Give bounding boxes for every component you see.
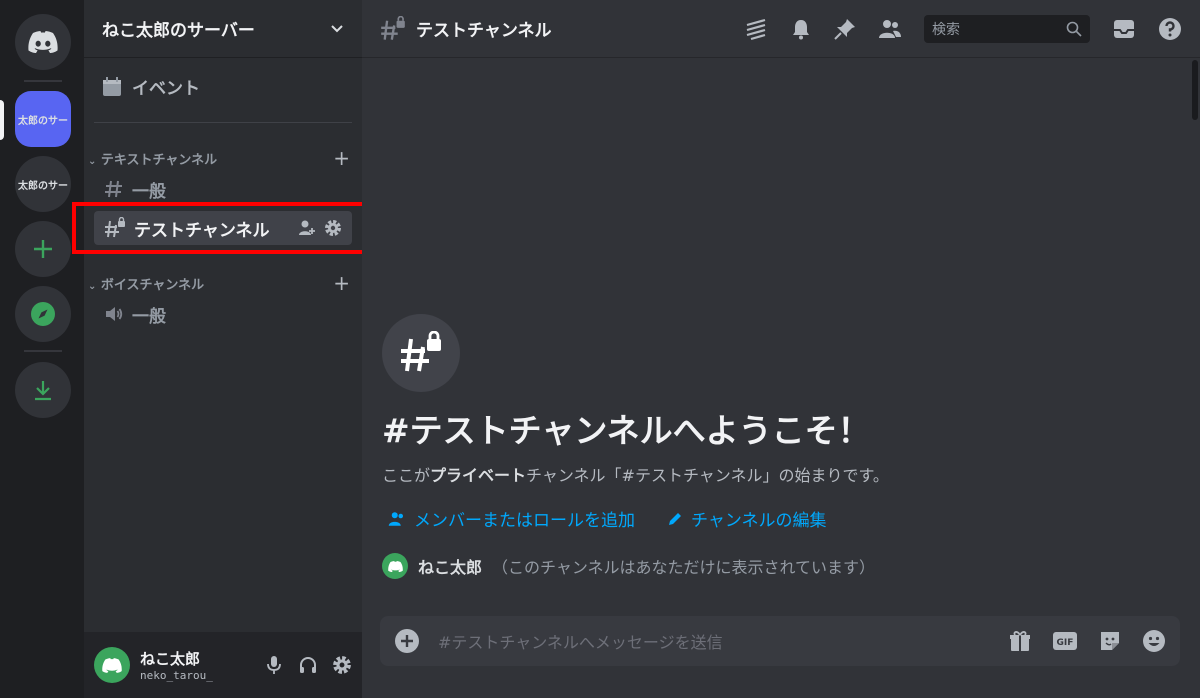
add-members-icon (388, 511, 403, 526)
user-handle: neko_tarou_ (140, 669, 213, 682)
search-icon (1066, 21, 1082, 37)
channel-item-general-voice[interactable]: 一般 (94, 297, 352, 331)
server-header[interactable]: ねこ太郎のサーバー (84, 0, 362, 58)
channel-label: テストチャンネル (134, 220, 270, 241)
server-label: 太郎のサー (18, 115, 68, 127)
add-members-roles-link[interactable]: メンバーまたはロールを追加 (382, 506, 635, 531)
system-message: ねこ太郎 （このチャンネルはあなただけに表示されています） (382, 553, 889, 579)
locked-hashtag-icon (381, 15, 405, 40)
avatar[interactable] (382, 553, 408, 579)
gif-label: GIF (1057, 638, 1074, 648)
active-server-indicator (0, 100, 4, 140)
channel-welcome-icon (382, 314, 460, 392)
main-content: テストチャンネル 検索 #テストチャンネルへようこそ！ ここがプライベートチャン… (362, 0, 1200, 698)
search-input[interactable]: 検索 (924, 14, 1090, 43)
explore-servers-button[interactable] (15, 286, 71, 342)
help-icon[interactable] (1158, 17, 1182, 41)
rail-divider (24, 350, 62, 352)
sticker-icon[interactable] (1098, 629, 1122, 653)
discord-logo-icon (387, 560, 403, 572)
scrollbar[interactable] (1192, 60, 1200, 600)
pin-icon[interactable] (834, 18, 856, 40)
speaker-icon (106, 307, 123, 321)
category-text-channels[interactable]: ⌄ テキストチャンネル + (88, 146, 350, 170)
edit-channel-label: チャンネルの編集 (691, 511, 827, 531)
compass-icon (31, 302, 55, 326)
locked-hashtag-icon (105, 217, 125, 238)
microphone-icon[interactable] (264, 655, 284, 675)
create-channel-plus-icon[interactable]: + (333, 146, 350, 170)
member-list-icon[interactable] (878, 18, 902, 40)
events-item[interactable]: イベント (102, 74, 200, 99)
channel-item-general-text[interactable]: 一般 (94, 172, 352, 206)
download-apps-button[interactable] (15, 362, 71, 418)
discord-logo-icon (102, 657, 122, 673)
system-message-author[interactable]: ねこ太郎 (418, 554, 482, 578)
plus-icon (34, 240, 52, 258)
gif-icon[interactable]: GIF (1052, 630, 1078, 652)
username: ねこ太郎 (140, 650, 201, 668)
system-message-text: （このチャンネルはあなただけに表示されています） (492, 558, 876, 577)
server-label: 太郎のサー (18, 180, 68, 192)
chevron-down-icon: ⌄ (88, 155, 97, 167)
pencil-icon (669, 512, 681, 525)
channel-title: テストチャンネル (416, 21, 552, 41)
category-voice-channels[interactable]: ⌄ ボイスチャンネル + (88, 271, 350, 295)
welcome-title: #テストチャンネルへようこそ！ (382, 411, 871, 450)
server-icon-active[interactable]: 太郎のサー (15, 91, 71, 147)
channel-label: 一般 (132, 181, 166, 202)
desc-bold: プライベート (430, 466, 527, 485)
welcome-section: #テストチャンネルへようこそ！ ここがプライベートチャンネル「#テストチャンネル… (382, 314, 889, 579)
user-info[interactable]: ねこ太郎 neko_tarou_ (140, 648, 213, 682)
server-rail: 太郎のサー 太郎のサー (0, 0, 84, 698)
add-attachment-plus-icon[interactable] (394, 628, 420, 654)
welcome-description: ここがプライベートチャンネル「#テストチャンネル」の始まりです。 (382, 462, 889, 486)
add-server-button[interactable] (15, 221, 71, 277)
desc-prefix: ここが (382, 466, 431, 485)
user-panel: ねこ太郎 neko_tarou_ (84, 632, 362, 698)
message-composer[interactable]: #テストチャンネルへメッセージを送信 GIF (380, 616, 1180, 666)
invite-member-icon[interactable] (298, 219, 316, 237)
message-input[interactable]: #テストチャンネルへメッセージを送信 (438, 629, 990, 653)
desc-suffix: チャンネル「#テストチャンネル」の始まりです。 (526, 466, 889, 485)
server-name: ねこ太郎のサーバー (102, 21, 255, 41)
category-label: テキストチャンネル (100, 152, 218, 168)
sidebar-divider (94, 122, 352, 123)
channel-item-test-channel[interactable]: テストチャンネル (94, 211, 352, 245)
locked-hashtag-icon (401, 331, 441, 372)
avatar[interactable] (94, 647, 130, 683)
edit-channel-link[interactable]: チャンネルの編集 (661, 506, 827, 531)
channel-label: 一般 (132, 306, 166, 327)
create-channel-plus-icon[interactable]: + (333, 271, 350, 295)
channel-sidebar: ねこ太郎のサーバー イベント ⌄ テキストチャンネル + 一般 テストチャンネル… (84, 0, 362, 698)
search-placeholder: 検索 (932, 21, 960, 38)
threads-icon[interactable] (744, 17, 768, 41)
chevron-down-icon: ⌄ (88, 280, 97, 292)
hashtag-icon (105, 180, 122, 198)
chevron-down-icon (331, 24, 343, 32)
events-label: イベント (132, 79, 200, 99)
gear-icon[interactable] (324, 219, 342, 237)
download-icon (35, 381, 51, 401)
bell-icon[interactable] (790, 18, 812, 40)
rail-divider (24, 80, 62, 82)
gift-icon[interactable] (1008, 629, 1032, 653)
calendar-icon (103, 76, 121, 96)
user-settings-gear-icon[interactable] (332, 655, 352, 675)
server-icon[interactable]: 太郎のサー (15, 156, 71, 212)
discord-home-button[interactable] (15, 14, 71, 70)
headphones-icon[interactable] (298, 655, 318, 675)
emoji-icon[interactable] (1142, 629, 1166, 653)
add-members-label: メンバーまたはロールを追加 (414, 511, 635, 531)
discord-logo-icon (28, 31, 58, 53)
channel-header: テストチャンネル 検索 (362, 0, 1200, 58)
category-label: ボイスチャンネル (100, 277, 205, 293)
inbox-icon[interactable] (1112, 18, 1136, 40)
